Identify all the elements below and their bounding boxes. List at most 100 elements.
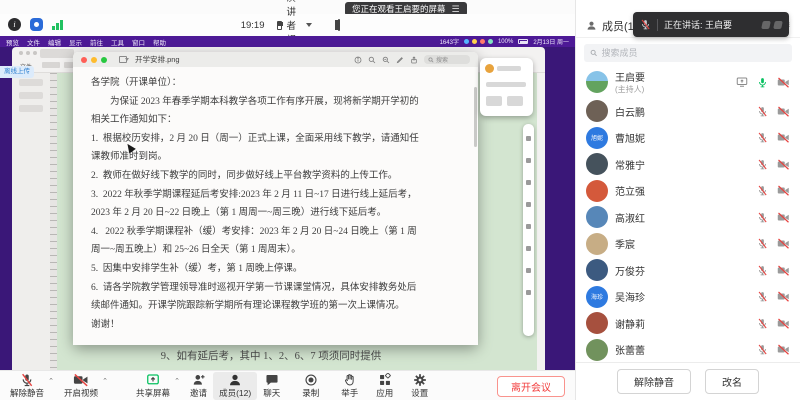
mic-muted-icon[interactable] [757,185,768,196]
mic-muted-icon[interactable] [757,265,768,276]
sidebar-toggle-icon [119,56,127,63]
screen-sharing-icon [736,76,748,88]
banner-menu-icon[interactable] [452,5,460,14]
raise-hand-button[interactable]: 举手 [335,372,364,400]
member-avatar [586,206,608,228]
meeting-security-icon[interactable] [30,18,43,31]
camera-off-icon[interactable] [777,185,790,196]
leave-meeting-button[interactable]: 离开会议 [497,376,565,397]
member-row[interactable]: 旭妮 曹旭妮 [576,125,800,152]
share-screen-icon [146,373,160,387]
menubar-extras-icons [464,39,493,44]
notice-document: 各学院（开课单位）： 为保证 2023 年春季学期本科教学各项工作有序开展，现将… [73,67,478,345]
member-name: 谢静莉 [615,316,645,331]
remote-menu-items: 预览文件编辑显示前往工具窗口帮助 [6,37,166,47]
member-search-input[interactable] [602,48,786,58]
share-options-chevron[interactable] [174,377,180,385]
member-row[interactable]: 白云鹏 [576,98,800,125]
camera-off-icon[interactable] [777,265,790,276]
mic-muted-icon[interactable] [757,238,768,249]
mic-on-icon[interactable] [757,77,768,88]
member-row[interactable]: 季宸 [576,231,800,258]
info-icon [354,56,362,64]
battery-icon [518,39,528,44]
members-icon [228,373,242,387]
camera-off-icon[interactable] [777,132,790,143]
traffic-minimize-icon [91,57,97,63]
gear-icon [413,373,427,387]
remote-menubar-status: 1643字 100% 2月13日 周一 [440,37,569,46]
member-avatar [586,71,608,93]
member-avatar [586,233,608,255]
mic-muted-icon[interactable] [757,212,768,223]
member-row[interactable]: 海珍 吴海珍 [576,284,800,311]
member-row[interactable]: 谢静莉 [576,310,800,337]
speaker-view-icon [277,21,282,30]
members-toolbar-button[interactable]: 成员(12) [213,372,257,400]
member-avatar [586,312,608,334]
layout-panel-icon[interactable] [338,19,340,31]
meeting-info-icon[interactable] [8,18,21,31]
notice-document-text: 各学院（开课单位）： 为保证 2023 年春季学期本科教学各项工作有序开展，现将… [91,74,468,334]
invite-button[interactable]: 邀请 [184,372,213,400]
member-row[interactable]: 万俊芬 [576,257,800,284]
members-icon [586,20,597,31]
remote-annotation-toolbar [523,124,534,336]
member-search-box[interactable] [584,44,792,62]
preview-window: 开学安排.png 搜索 各学院（开课单位）： 为保证 2023 年春季学期 [73,52,478,345]
member-role: (主持人) [615,84,645,95]
camera-options-chevron[interactable] [102,377,108,385]
member-avatar [586,153,608,175]
wps-document-tab [40,49,74,58]
camera-off-icon[interactable] [777,212,790,223]
member-avatar [586,339,608,361]
chat-button[interactable]: 聊天 [257,372,286,400]
mic-muted-icon[interactable] [757,106,768,117]
member-name: 王启要 [615,69,645,84]
camera-off-icon[interactable] [777,159,790,170]
member-avatar [586,100,608,122]
settings-button[interactable]: 设置 [405,372,434,400]
mic-muted-icon[interactable] [757,291,768,302]
camera-toolbar-button[interactable]: 开启视频 [58,372,104,400]
rename-button[interactable]: 改名 [705,369,759,394]
apps-button[interactable]: 应用 [370,372,399,400]
camera-off-icon[interactable] [777,344,790,355]
camera-off-icon[interactable] [777,106,790,117]
mic-options-chevron[interactable] [48,377,54,385]
chat-icon [265,373,279,387]
mic-muted-icon[interactable] [757,344,768,355]
wps-side-toolbar [12,73,50,370]
word-count: 1643字 [440,37,459,46]
camera-off-icon[interactable] [777,318,790,329]
network-signal-icon[interactable] [52,19,63,30]
meeting-toolbar: 解除静音 开启视频 共享屏幕 邀请 成员(12) 聊天 录制 [0,370,575,400]
record-button[interactable]: 录制 [296,372,325,400]
unmute-toolbar-button[interactable]: 解除静音 [4,372,50,400]
camera-off-icon[interactable] [777,77,790,88]
camera-off-icon[interactable] [777,291,790,302]
mic-muted-icon[interactable] [757,318,768,329]
remote-avatar [485,64,494,73]
mic-muted-icon[interactable] [757,132,768,143]
mic-muted-icon[interactable] [757,159,768,170]
member-row[interactable]: 张蕾蕾 [576,337,800,363]
member-name: 季宸 [615,236,635,251]
menubar-date: 2月13日 周一 [533,37,569,46]
member-row[interactable]: 常雅宁 [576,151,800,178]
camera-off-icon[interactable] [777,238,790,249]
member-row[interactable]: 范立强 [576,178,800,205]
preview-toolbar: 搜索 [354,55,470,64]
share-screen-button[interactable]: 共享屏幕 [130,372,176,400]
member-row[interactable]: 王启要 (主持人) [576,66,800,98]
wps-caption-text: 9、如有延后考，其中 1、2、6、7 项须同时提供 [81,348,461,363]
wps-traffic-lights [19,51,37,55]
member-row[interactable]: 高淑红 [576,204,800,231]
unmute-button[interactable]: 解除静音 [617,369,691,394]
markup-pen-icon [396,56,404,64]
muted-mic-icon [640,19,651,30]
member-avatar [586,180,608,202]
meeting-topbar: 19:19 演讲者视图 [0,14,575,36]
offline-upload-tag: 离线上传 [0,66,34,78]
record-icon [304,373,318,387]
